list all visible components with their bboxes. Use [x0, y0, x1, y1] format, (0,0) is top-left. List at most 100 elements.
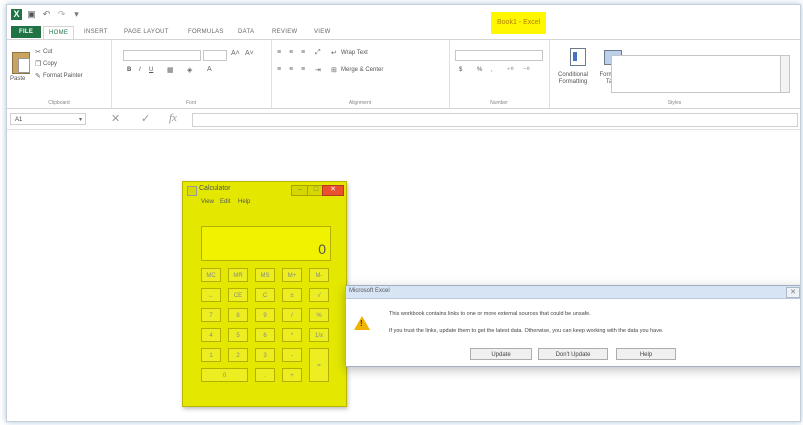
borders-icon[interactable]: ▦ [167, 66, 174, 74]
calculator-menu-edit[interactable]: Edit [220, 199, 230, 205]
fill-color-icon[interactable]: ◈ [187, 66, 192, 74]
help-button[interactable]: Help [616, 348, 676, 360]
calc-key-equals[interactable]: = [309, 348, 329, 382]
calc-key-reciprocal[interactable]: 1/x [309, 328, 329, 342]
calc-key-mr[interactable]: MR [228, 268, 248, 282]
align-right-icon[interactable]: ≡ [301, 66, 305, 73]
font-color-icon[interactable]: A [207, 66, 212, 73]
tab-data[interactable]: DATA [233, 26, 259, 38]
calc-key-3[interactable]: 3 [255, 348, 275, 362]
font-group-label: Font [185, 100, 196, 106]
calc-key-8[interactable]: 8 [228, 308, 248, 322]
calc-key-2[interactable]: 2 [228, 348, 248, 362]
redo-icon[interactable]: ↷ [56, 9, 67, 20]
cut-icon: ✂ [35, 49, 41, 56]
italic-button[interactable]: I [139, 67, 141, 73]
wrap-text-button[interactable]: Wrap Text [341, 50, 368, 56]
calc-key-minus[interactable]: - [282, 348, 302, 362]
calc-key-mc[interactable]: MC [201, 268, 221, 282]
calculator-menu-help[interactable]: Help [238, 199, 250, 205]
bottom-align-icon[interactable]: ≡ [301, 49, 305, 56]
cancel-icon[interactable]: ✕ [111, 112, 120, 125]
conditional-formatting-icon[interactable] [570, 48, 586, 66]
align-center-icon[interactable]: ≡ [289, 66, 293, 73]
calc-key-4[interactable]: 4 [201, 328, 221, 342]
paste-icon[interactable] [12, 52, 30, 74]
sheet-area-divider [7, 129, 800, 130]
save-icon[interactable]: ▣ [26, 9, 37, 20]
undo-icon[interactable]: ↶ [41, 9, 52, 20]
middle-align-icon[interactable]: ≡ [289, 49, 293, 56]
tab-formulas[interactable]: FORMULAS [183, 26, 229, 38]
bold-button[interactable]: B [127, 67, 131, 73]
name-box[interactable]: A1 ▾ [10, 113, 86, 125]
formula-buttons: ✕ ✓ fx [91, 112, 191, 125]
calc-key-0[interactable]: 0 [201, 368, 248, 382]
calculator-display-value: 0 [318, 241, 326, 257]
tab-home[interactable]: HOME [43, 26, 75, 39]
underline-button[interactable]: U [149, 67, 153, 73]
calc-key-c[interactable]: C [255, 288, 275, 302]
calc-key-plus[interactable]: + [282, 368, 302, 382]
calc-key-backspace[interactable]: ← [201, 288, 221, 302]
decrease-decimal-icon[interactable]: ⁻⁰ [523, 66, 530, 74]
clipboard-group-label: Clipboard [48, 100, 70, 106]
calc-key-ms[interactable]: MS [255, 268, 275, 282]
insert-function-icon[interactable]: fx [169, 112, 177, 124]
cell-styles-gallery[interactable] [611, 55, 781, 93]
paste-button[interactable]: Paste [10, 76, 25, 82]
enter-icon[interactable]: ✓ [141, 112, 150, 125]
percent-button[interactable]: % [477, 67, 482, 73]
tab-view[interactable]: VIEW [309, 26, 336, 38]
indent-icon[interactable]: ⇥ [315, 66, 321, 74]
calculator-window[interactable]: Calculator – □ ✕ View Edit Help 0 MC MR … [182, 181, 347, 407]
merge-center-button[interactable]: Merge & Center [341, 67, 383, 73]
dont-update-button[interactable]: Don't Update [538, 348, 608, 360]
dialog-title: Microsoft Excel [349, 288, 390, 294]
calculator-display: 0 [201, 226, 331, 261]
calc-key-sqrt[interactable]: √ [309, 288, 329, 302]
calc-key-plusminus[interactable]: ± [282, 288, 302, 302]
calc-key-ce[interactable]: CE [228, 288, 248, 302]
number-format-select[interactable] [455, 50, 543, 61]
name-box-dropdown-icon[interactable]: ▾ [79, 114, 82, 126]
calc-key-mminus[interactable]: M- [309, 268, 329, 282]
conditional-formatting-button[interactable]: Conditional Formatting [551, 72, 595, 86]
tab-page-layout[interactable]: PAGE LAYOUT [119, 26, 174, 38]
formula-input[interactable] [192, 113, 798, 127]
dialog-close-button[interactable]: ✕ [786, 287, 800, 298]
styles-gallery-scroll[interactable] [780, 55, 790, 93]
cut-button[interactable]: Cut [43, 49, 52, 55]
font-name-select[interactable] [123, 50, 201, 61]
calc-key-percent[interactable]: % [309, 308, 329, 322]
calc-key-5[interactable]: 5 [228, 328, 248, 342]
calc-key-6[interactable]: 6 [255, 328, 275, 342]
quick-access-toolbar: X ▣ ↶ ↷ ▾ [7, 5, 800, 25]
calc-key-9[interactable]: 9 [255, 308, 275, 322]
calc-key-mplus[interactable]: M+ [282, 268, 302, 282]
calc-key-divide[interactable]: / [282, 308, 302, 322]
tab-review[interactable]: REVIEW [267, 26, 302, 38]
shrink-font-icon[interactable]: A˅ [245, 50, 254, 57]
format-painter-button[interactable]: Format Painter [43, 73, 83, 79]
customize-qat-icon[interactable]: ▾ [71, 9, 82, 20]
copy-button[interactable]: Copy [43, 61, 57, 67]
orientation-icon[interactable]: ⤢ [315, 49, 321, 57]
increase-decimal-icon[interactable]: ⁺⁰ [507, 66, 514, 74]
calculator-menu-view[interactable]: View [201, 199, 214, 205]
calc-key-1[interactable]: 1 [201, 348, 221, 362]
currency-button[interactable]: $ [459, 67, 462, 73]
calculator-close-button[interactable]: ✕ [322, 185, 344, 196]
calc-key-decimal[interactable]: . [255, 368, 275, 382]
font-size-select[interactable] [203, 50, 227, 61]
top-align-icon[interactable]: ≡ [277, 49, 281, 56]
warning-mark: ! [360, 319, 363, 328]
calc-key-7[interactable]: 7 [201, 308, 221, 322]
comma-button[interactable]: , [491, 67, 493, 73]
tab-file[interactable]: FILE [11, 26, 42, 38]
calc-key-multiply[interactable]: * [282, 328, 302, 342]
tab-insert[interactable]: INSERT [79, 26, 113, 38]
grow-font-icon[interactable]: A˄ [231, 50, 240, 57]
update-button[interactable]: Update [470, 348, 532, 360]
align-left-icon[interactable]: ≡ [277, 66, 281, 73]
